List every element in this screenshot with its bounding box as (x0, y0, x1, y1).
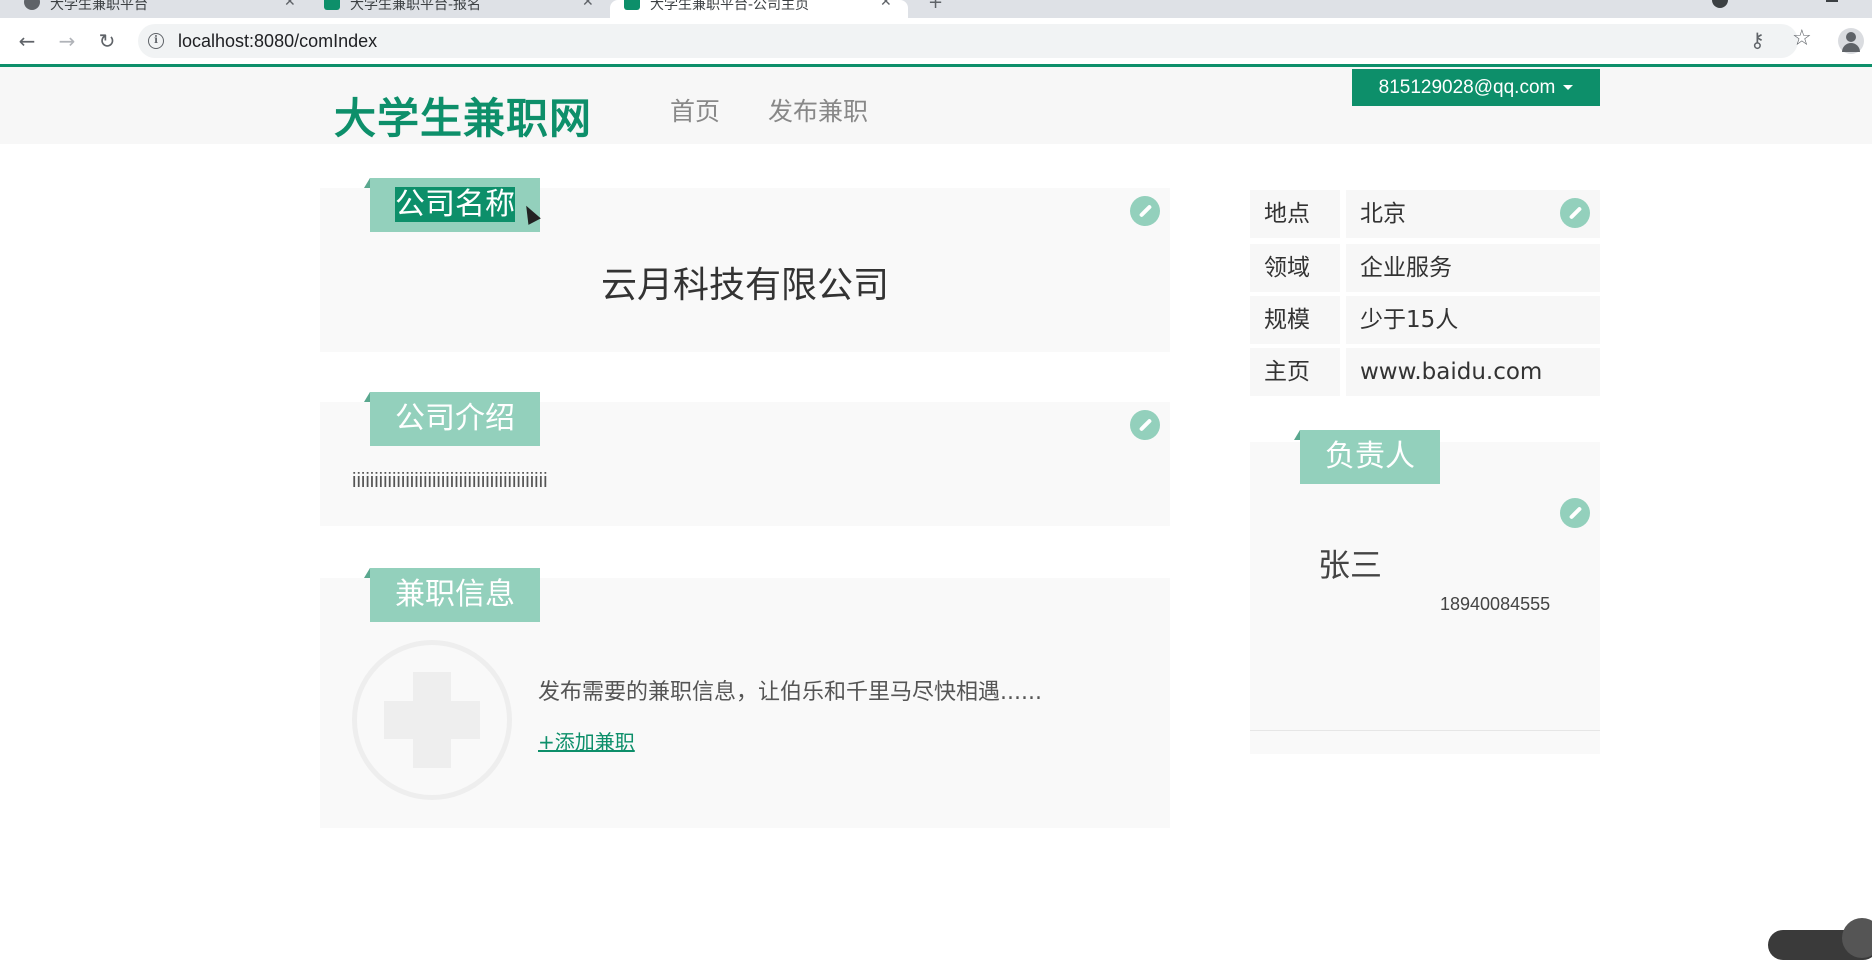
forward-arrow-icon[interactable]: → (52, 26, 82, 56)
company-intro-tag: 公司介绍 (364, 392, 540, 446)
info-key: 地点 (1250, 190, 1340, 238)
add-job-link[interactable]: +添加兼职 (538, 726, 635, 755)
jobs-panel: 兼职信息 发布需要的兼职信息，让伯乐和千里马尽快相遇...... +添加兼职 (320, 568, 1170, 828)
company-name-tag-label: 公司名称 (395, 187, 515, 222)
address-bar[interactable]: i localhost:8080/comIndex ⚷ ☆ (138, 24, 1812, 58)
info-value[interactable]: www.baidu.com (1346, 348, 1600, 396)
profile-icon[interactable] (1838, 28, 1864, 54)
key-icon[interactable]: ⚷ (1750, 28, 1765, 52)
contact-panel: 负责人 张三 18940084555 (1250, 430, 1600, 754)
company-intro-panel: 公司介绍 iiiiiiiiiiiiiiiiiiiiiiiiiiiiiiiiiii… (320, 392, 1170, 526)
back-arrow-icon[interactable]: ← (12, 26, 42, 56)
panel-divider (1250, 730, 1600, 731)
tab-favicon-icon (324, 0, 340, 10)
tab-close-icon[interactable]: ✕ (880, 0, 892, 10)
nav-home-link[interactable]: 首页 (670, 92, 720, 128)
info-row-size: 规模 少于15人 (1250, 296, 1600, 344)
site-info-icon[interactable]: i (148, 33, 164, 49)
tab-close-icon[interactable]: ✕ (284, 0, 296, 10)
minimize-icon[interactable] (1826, 0, 1838, 2)
info-row-location: 地点 北京 (1250, 190, 1600, 238)
contact-phone: 18940084555 (1440, 594, 1551, 614)
info-row-field: 领域 企业服务 (1250, 244, 1600, 292)
new-tab-icon[interactable]: + (928, 0, 943, 13)
user-menu-button[interactable]: 815129028@qq.com (1352, 69, 1600, 106)
tab-favicon-icon (624, 0, 640, 10)
url-text[interactable]: localhost:8080/comIndex (178, 31, 377, 52)
caret-down-icon (1563, 85, 1574, 91)
company-name: 云月科技有限公司 (600, 265, 889, 306)
info-row-homepage: 主页 www.baidu.com (1250, 348, 1600, 396)
tab-title: 大学生兼职平台-报名 (350, 0, 482, 13)
contact-tag: 负责人 (1294, 430, 1440, 484)
tab-favicon-icon (24, 0, 40, 10)
edit-icon[interactable] (1130, 410, 1160, 440)
edit-icon[interactable] (1560, 198, 1590, 228)
browser-tab-2[interactable]: 大学生兼职平台-报名 ✕ (324, 0, 604, 18)
info-key: 规模 (1250, 296, 1340, 344)
add-job-plus-icon[interactable] (352, 640, 512, 800)
jobs-prompt-text: 发布需要的兼职信息，让伯乐和千里马尽快相遇...... (538, 680, 1042, 705)
plus-bar-vertical (413, 672, 451, 768)
edit-icon[interactable] (1130, 196, 1160, 226)
user-email: 815129028@qq.com (1378, 77, 1556, 98)
company-intro-text: iiiiiiiiiiiiiiiiiiiiiiiiiiiiiiiiiiiiiiii… (352, 470, 548, 492)
company-name-panel: 公司名称 云月科技有限公司 (320, 178, 1170, 352)
company-name-tag: 公司名称 (364, 178, 540, 232)
site-logo[interactable]: 大学生兼职网 (334, 85, 592, 146)
site-header: 大学生兼职网 首页 发布兼职 815129028@qq.com (0, 64, 1872, 144)
reload-icon[interactable]: ↻ (92, 26, 122, 56)
browser-tab-strip: 大学生兼职平台 ✕ 大学生兼职平台-报名 ✕ 大学生兼职平台-公司主页 ✕ + (0, 0, 1872, 18)
browser-tab-3-active[interactable]: 大学生兼职平台-公司主页 ✕ (610, 0, 908, 18)
tab-title: 大学生兼职平台 (50, 0, 148, 13)
info-value: 少于15人 (1346, 296, 1600, 344)
jobs-tag: 兼职信息 (364, 568, 540, 622)
browser-toolbar: ← → ↻ i localhost:8080/comIndex ⚷ ☆ (0, 18, 1872, 64)
tab-title: 大学生兼职平台-公司主页 (650, 0, 810, 13)
browser-tab-1[interactable]: 大学生兼职平台 ✕ (24, 0, 304, 18)
incognito-icon[interactable] (1712, 0, 1728, 8)
nav-post-job-link[interactable]: 发布兼职 (768, 92, 868, 128)
edit-icon[interactable] (1560, 498, 1590, 528)
tab-close-icon[interactable]: ✕ (582, 0, 594, 10)
info-key: 主页 (1250, 348, 1340, 396)
info-key: 领域 (1250, 244, 1340, 292)
info-value: 企业服务 (1346, 244, 1600, 292)
star-icon[interactable]: ☆ (1792, 26, 1812, 51)
contact-name: 张三 (1318, 546, 1383, 584)
